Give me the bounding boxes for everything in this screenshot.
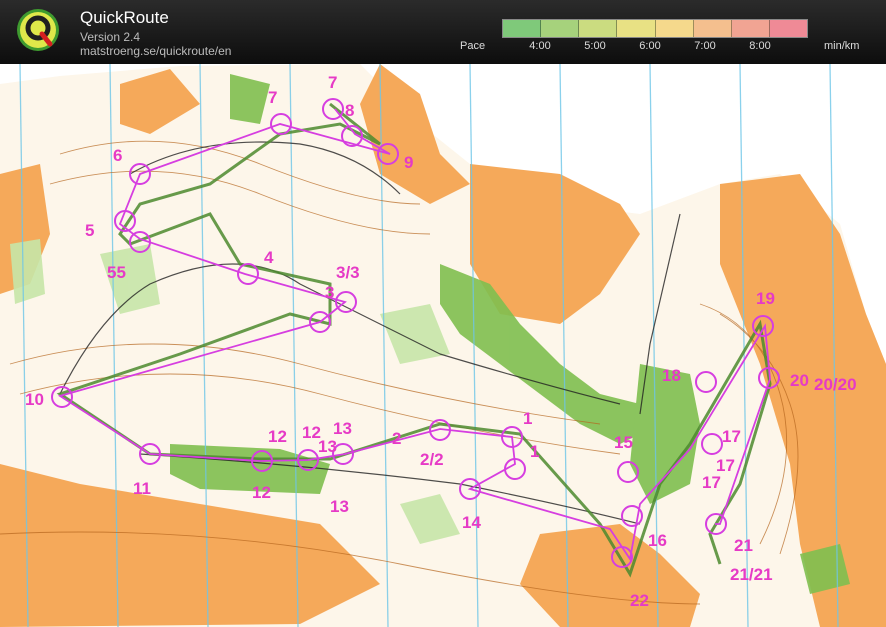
control-label: 1	[523, 409, 532, 428]
control-label: 20/20	[814, 375, 857, 394]
control-label: 7	[268, 88, 277, 107]
control-label: 20	[790, 371, 809, 390]
control-label: 2	[392, 429, 401, 448]
pace-tick-4: 4:00	[529, 40, 551, 52]
pace-color-segment	[617, 20, 656, 37]
control-label: 12	[252, 483, 271, 502]
control-label: 22	[630, 591, 649, 610]
control-label: 4	[264, 248, 274, 267]
control-label: 17	[702, 473, 721, 492]
quickroute-q-logo-icon	[17, 9, 59, 51]
app-url: matstroeng.se/quickroute/en	[80, 44, 232, 58]
control-label: 55	[107, 263, 126, 282]
pace-tick-8: 8:00	[749, 40, 771, 52]
control-label: 7	[328, 73, 337, 92]
control-label: 15	[614, 433, 633, 452]
pace-color-segment	[503, 20, 542, 37]
control-label: 2/2	[420, 450, 444, 469]
pace-unit: min/km	[824, 40, 860, 52]
control-label: 11	[133, 479, 151, 498]
control-label: 3/3	[336, 263, 360, 282]
control-label: 12	[268, 427, 287, 446]
control-label: 21/21	[730, 565, 773, 584]
control-label: 8	[345, 101, 354, 120]
pace-color-scale	[502, 19, 808, 38]
quickroute-window: QuickRoute Version 2.4 matstroeng.se/qui…	[0, 0, 886, 627]
control-label: 13	[318, 437, 337, 456]
control-label: 1	[530, 442, 539, 461]
pace-color-segment	[541, 20, 580, 37]
pace-tick-5: 5:00	[584, 40, 606, 52]
pace-color-segment	[769, 20, 807, 37]
orienteering-map[interactable]: 7 7 8 6 9 5 55 4 3/3 3 10 1 1 2 2/2 12 1…	[0, 64, 886, 627]
control-label: 5	[85, 221, 94, 240]
app-title: QuickRoute	[80, 8, 169, 27]
control-label: 6	[113, 146, 122, 165]
control-label: 13	[333, 419, 352, 438]
control-label: 13	[330, 497, 349, 516]
control-label: 9	[404, 153, 413, 172]
control-label: 19	[756, 289, 775, 308]
control-label: 17	[722, 427, 741, 446]
control-label: 21	[734, 536, 753, 555]
pace-tick-7: 7:00	[694, 40, 716, 52]
pace-color-segment	[693, 20, 732, 37]
control-label: 16	[648, 531, 667, 550]
pace-color-segment	[655, 20, 694, 37]
control-label: 14	[462, 513, 481, 532]
app-header: QuickRoute Version 2.4 matstroeng.se/qui…	[0, 0, 886, 64]
app-version: Version 2.4	[80, 30, 141, 44]
control-label: 3	[325, 283, 334, 302]
pace-color-segment	[731, 20, 770, 37]
control-label: 18	[662, 366, 681, 385]
control-label: 10	[25, 390, 44, 409]
pace-tick-6: 6:00	[639, 40, 661, 52]
pace-color-segment	[579, 20, 618, 37]
pace-label: Pace	[460, 40, 486, 52]
